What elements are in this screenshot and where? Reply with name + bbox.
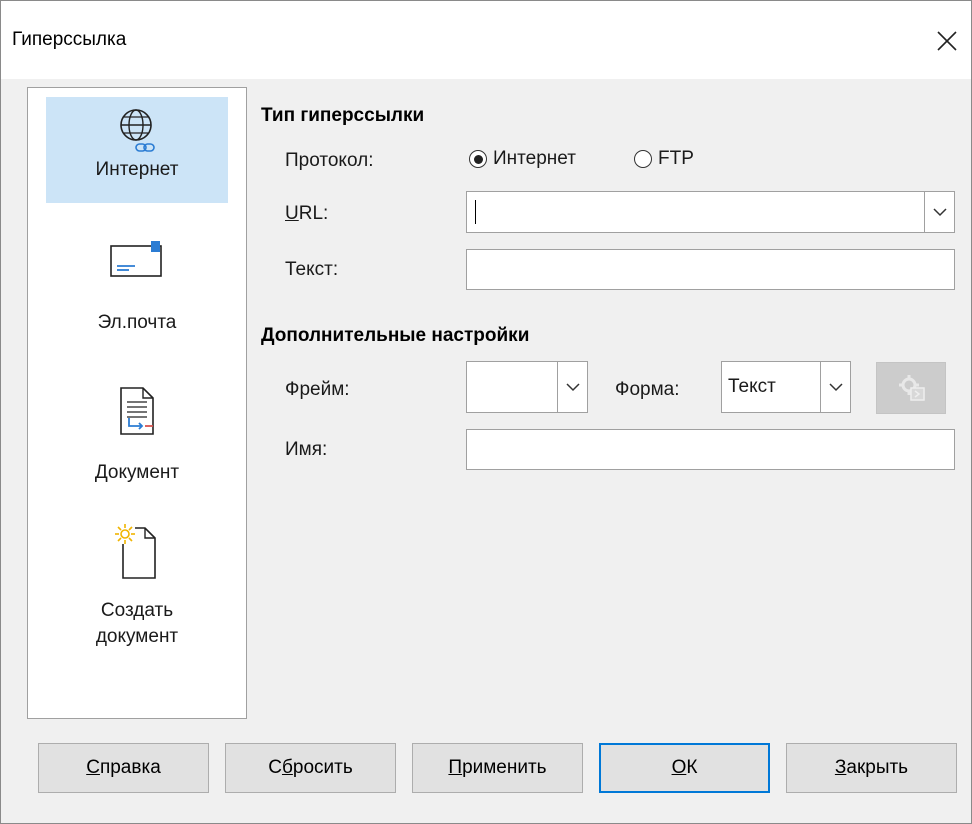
hyperlink-type-heading: Тип гиперссылки [261,105,425,126]
radio-indicator [469,150,487,168]
frame-combobox[interactable] [466,361,588,413]
url-dropdown-button[interactable] [924,192,954,232]
close-button[interactable]: Закрыть [786,743,957,793]
form-label: Форма: [615,379,680,400]
reset-button[interactable]: Сбросить [225,743,396,793]
ok-button[interactable]: ОК [599,743,770,793]
events-button[interactable] [876,362,946,414]
chevron-down-icon [828,382,843,391]
frame-label: Фрейм: [285,379,350,400]
sidebar-item-label: Документ [94,462,180,483]
text-label: Текст: [285,259,339,280]
url-combobox[interactable] [466,191,955,233]
sidebar-item-new-document[interactable]: Создать документ [46,522,228,662]
document-icon [120,387,154,435]
protocol-label: Протокол: [285,150,374,171]
sidebar-item-label-line1: Создать [100,600,174,621]
sidebar-item-label: Интернет [95,159,179,180]
button-label: Сбросить [268,757,353,778]
protocol-ftp-radio[interactable]: FTP [634,148,694,170]
name-label: Имя: [285,439,328,460]
text-caret [475,200,476,224]
button-label: ОК [671,757,698,778]
dialog-title: Гиперссылка [12,29,127,50]
sidebar-item-document[interactable]: Документ [46,384,228,494]
close-icon [937,31,957,51]
chevron-down-icon [565,382,580,391]
protocol-internet-radio[interactable]: Интернет [469,148,576,170]
hyperlink-category-list: Интернет Эл.почта Документ Создать докум… [27,87,247,719]
button-label: Закрыть [834,757,909,778]
form-combobox[interactable]: Текст [721,361,851,413]
radio-label: Интернет [493,148,576,169]
radio-label: FTP [658,148,694,169]
sidebar-item-email[interactable]: Эл.почта [46,238,228,348]
text-input[interactable] [466,249,955,290]
button-label: Применить [448,757,547,778]
dialog-content: Интернет Эл.почта Документ Создать докум… [1,79,971,823]
form-dropdown-button[interactable] [820,362,850,412]
title-bar: Гиперссылка [1,1,971,79]
sidebar-item-label-line2: документ [95,626,179,647]
apply-button[interactable]: Применить [412,743,583,793]
globe-link-icon [120,109,158,155]
close-window-button[interactable] [927,21,967,61]
sidebar-item-internet[interactable]: Интернет [46,97,228,203]
sidebar-item-label: Эл.почта [97,312,177,333]
advanced-settings-heading: Дополнительные настройки [261,325,530,346]
gear-script-icon [899,375,925,401]
button-label: Справка [86,757,161,778]
url-label: URL: [285,203,329,224]
new-document-icon [115,524,156,579]
chevron-down-icon [932,207,947,216]
radio-indicator [634,150,652,168]
name-input[interactable] [466,429,955,470]
form-value: Текст [728,376,776,397]
envelope-icon [110,241,162,277]
hyperlink-dialog: Гиперссылка Интернет Эл.почта Документ С… [0,0,972,824]
help-button[interactable]: Справка [38,743,209,793]
frame-dropdown-button[interactable] [557,362,587,412]
